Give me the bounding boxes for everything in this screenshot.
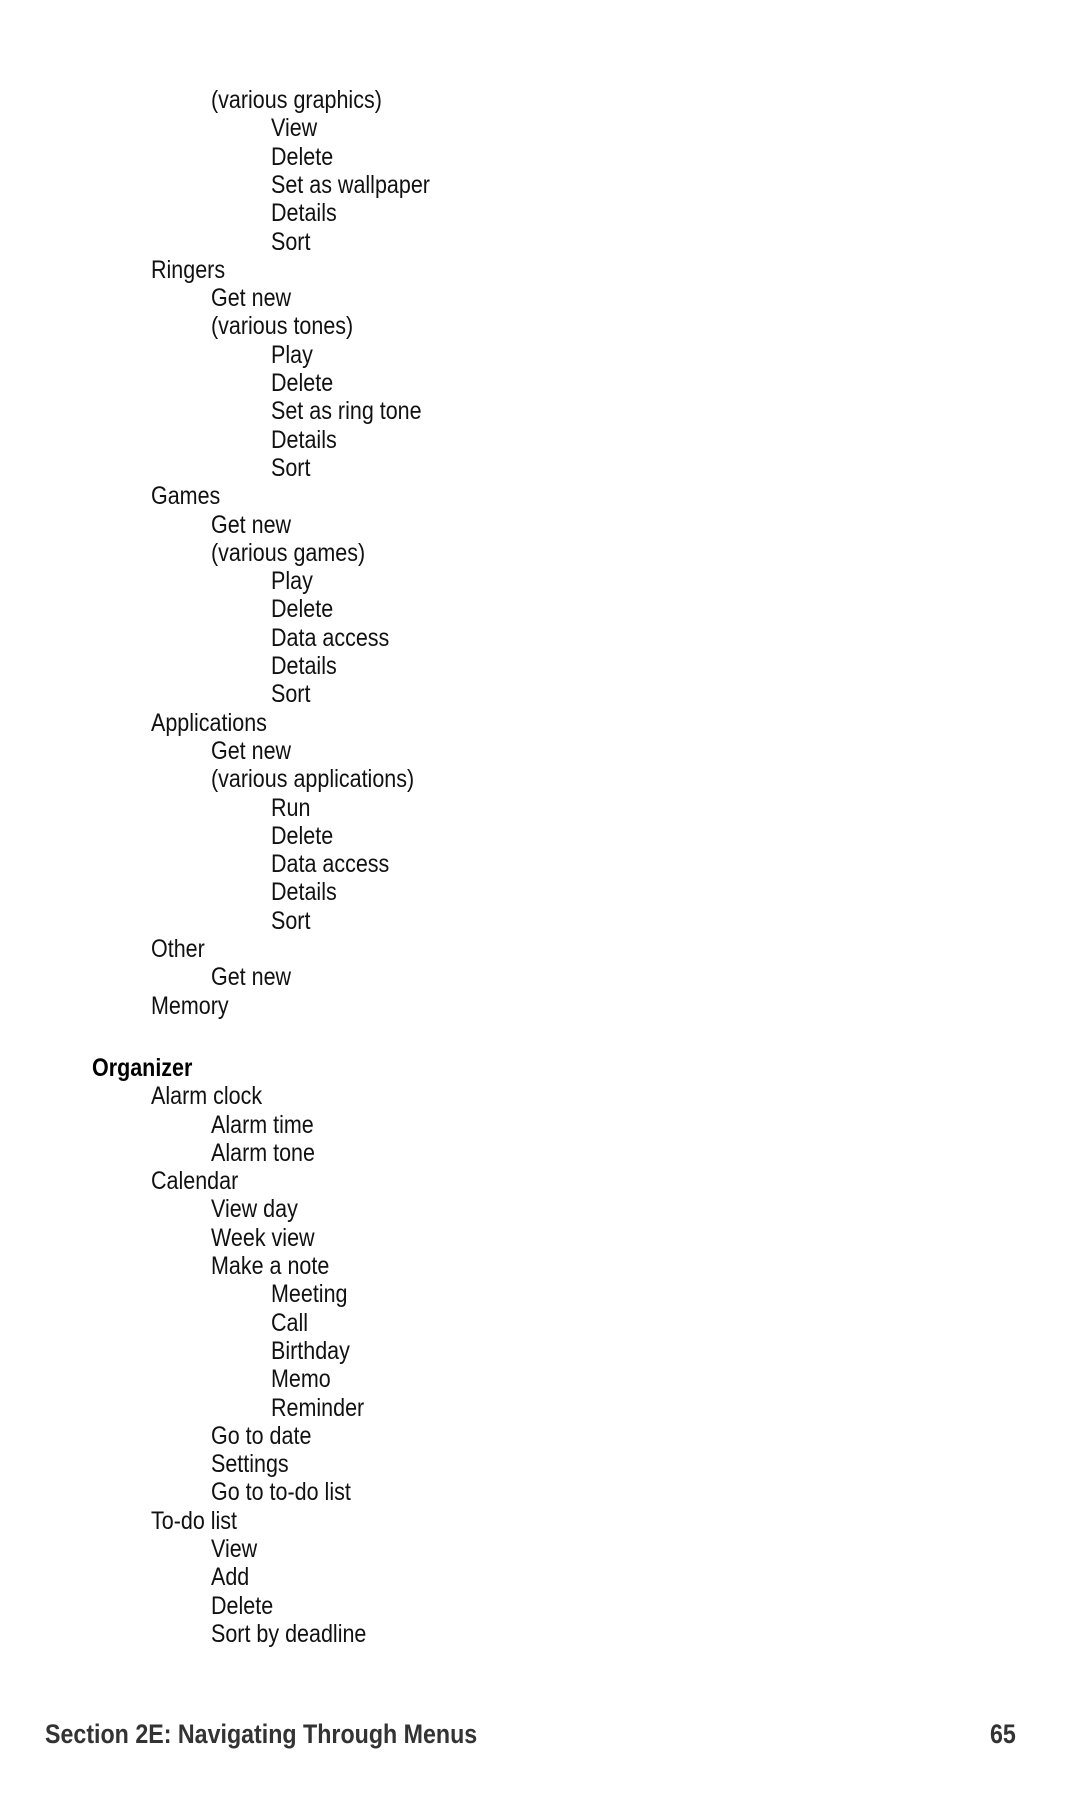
- menu-item-level-3: Data access: [271, 850, 390, 879]
- document-page: (various graphics) View Delete Set as wallp…: [0, 0, 1080, 1800]
- menu-item-level-2: Get new: [211, 963, 292, 992]
- menu-item-level-3: Reminder: [271, 1393, 365, 1422]
- menu-item-level-3: Play: [271, 340, 313, 369]
- menu-item-level-3: Call: [271, 1308, 309, 1337]
- menu-item-level-2: Make a note: [211, 1252, 330, 1280]
- menu-item-level-3: Details: [271, 878, 337, 907]
- menu-item-level-2: Add: [211, 1563, 250, 1592]
- menu-item-level-2: Get new: [211, 284, 292, 313]
- menu-item-level-3: Sort: [271, 453, 311, 482]
- menu-item-level-3: Memo: [271, 1365, 331, 1394]
- menu-item-level-1: Ringers: [151, 255, 226, 284]
- menu-item-level-3: Set as wallpaper: [271, 170, 430, 199]
- menu-item-level-2: Delete: [211, 1591, 274, 1620]
- menu-item-level-3: View: [271, 114, 318, 143]
- menu-item-level-2: Get new: [211, 736, 292, 765]
- menu-item-level-3: Delete: [271, 821, 334, 850]
- menu-item-level-2: (various graphics): [211, 86, 382, 114]
- menu-item-level-1: Games: [151, 482, 221, 511]
- menu-item-level-1: Other: [151, 935, 205, 963]
- menu-item-level-1: Alarm clock: [151, 1082, 263, 1111]
- menu-item-level-3: Set as ring tone: [271, 397, 422, 426]
- menu-item-level-3: Sort: [271, 227, 311, 256]
- menu-item-level-1: Memory: [151, 991, 229, 1020]
- menu-item-level-2: Alarm time: [211, 1110, 314, 1139]
- section-heading: Organizer: [92, 1053, 193, 1082]
- menu-item-level-3: Run: [271, 793, 311, 822]
- footer-page-number: 65: [990, 1719, 1016, 1749]
- menu-item-level-2: Sort by deadline: [211, 1619, 367, 1648]
- menu-item-level-3: Delete: [271, 369, 334, 397]
- menu-item-level-2: Settings: [211, 1450, 289, 1479]
- menu-item-level-3: Sort: [271, 906, 311, 935]
- footer-section-title: Section 2E: Navigating Through Menus: [45, 1719, 478, 1749]
- menu-item-level-3: Details: [271, 199, 337, 228]
- menu-item-level-1: To-do list: [151, 1506, 238, 1535]
- menu-item-level-3: Birthday: [271, 1336, 350, 1365]
- menu-item-level-1: Applications: [151, 708, 267, 737]
- menu-item-level-2: (various games): [211, 538, 366, 567]
- menu-item-level-2: Alarm tone: [211, 1138, 315, 1167]
- menu-item-level-3: Data access: [271, 623, 390, 652]
- menu-item-level-2: (various tones): [211, 312, 354, 341]
- menu-item-level-2: Go to to-do list: [211, 1478, 351, 1507]
- menu-item-level-3: Delete: [271, 142, 334, 171]
- menu-item-level-2: (various applications): [211, 765, 415, 794]
- menu-item-level-3: Delete: [271, 595, 334, 624]
- menu-item-level-3: Details: [271, 652, 337, 680]
- menu-item-level-3: Play: [271, 567, 313, 596]
- menu-item-level-2: Go to date: [211, 1421, 312, 1450]
- menu-item-level-2: View day: [211, 1195, 298, 1224]
- menu-item-level-2: Week view: [211, 1223, 315, 1252]
- menu-item-level-2: View: [211, 1535, 258, 1563]
- menu-item-level-1: Calendar: [151, 1167, 239, 1196]
- menu-item-level-3: Sort: [271, 680, 311, 709]
- menu-item-level-3: Meeting: [271, 1280, 348, 1309]
- menu-item-level-3: Details: [271, 425, 337, 454]
- menu-item-level-2: Get new: [211, 510, 292, 539]
